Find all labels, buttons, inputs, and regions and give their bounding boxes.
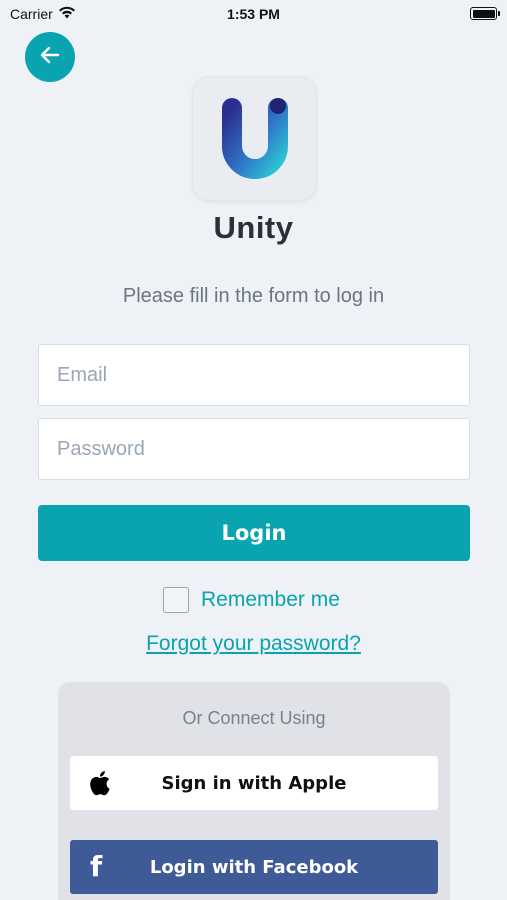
social-login-panel: Or Connect Using Sign in with Apple f Lo… bbox=[58, 682, 450, 900]
facebook-icon: f bbox=[90, 850, 103, 883]
apple-button-label: Sign in with Apple bbox=[161, 772, 347, 794]
arrow-left-icon bbox=[39, 44, 61, 71]
remember-me-checkbox[interactable] bbox=[163, 587, 189, 613]
login-with-facebook-button[interactable]: f Login with Facebook bbox=[70, 840, 438, 894]
forgot-password-link[interactable]: Forgot your password? bbox=[0, 632, 507, 656]
social-login-title: Or Connect Using bbox=[182, 708, 326, 728]
app-logo bbox=[193, 77, 316, 200]
remember-me-toggle[interactable]: Remember me bbox=[163, 587, 340, 613]
back-button[interactable] bbox=[25, 32, 75, 82]
email-field[interactable] bbox=[38, 344, 470, 406]
app-name: Unity bbox=[213, 210, 294, 245]
unity-u-logo-icon bbox=[221, 97, 288, 179]
password-field[interactable] bbox=[38, 418, 470, 480]
status-bar: Carrier 1:53 PM bbox=[0, 0, 507, 28]
login-button[interactable]: Login bbox=[38, 505, 470, 561]
form-subtitle: Please fill in the form to log in bbox=[122, 285, 385, 307]
status-time: 1:53 PM bbox=[227, 6, 280, 22]
remember-me-label: Remember me bbox=[201, 588, 340, 611]
apple-icon bbox=[87, 769, 111, 802]
sign-in-with-apple-button[interactable]: Sign in with Apple bbox=[70, 756, 438, 810]
facebook-button-label: Login with Facebook bbox=[149, 856, 359, 878]
battery-icon bbox=[470, 7, 500, 20]
